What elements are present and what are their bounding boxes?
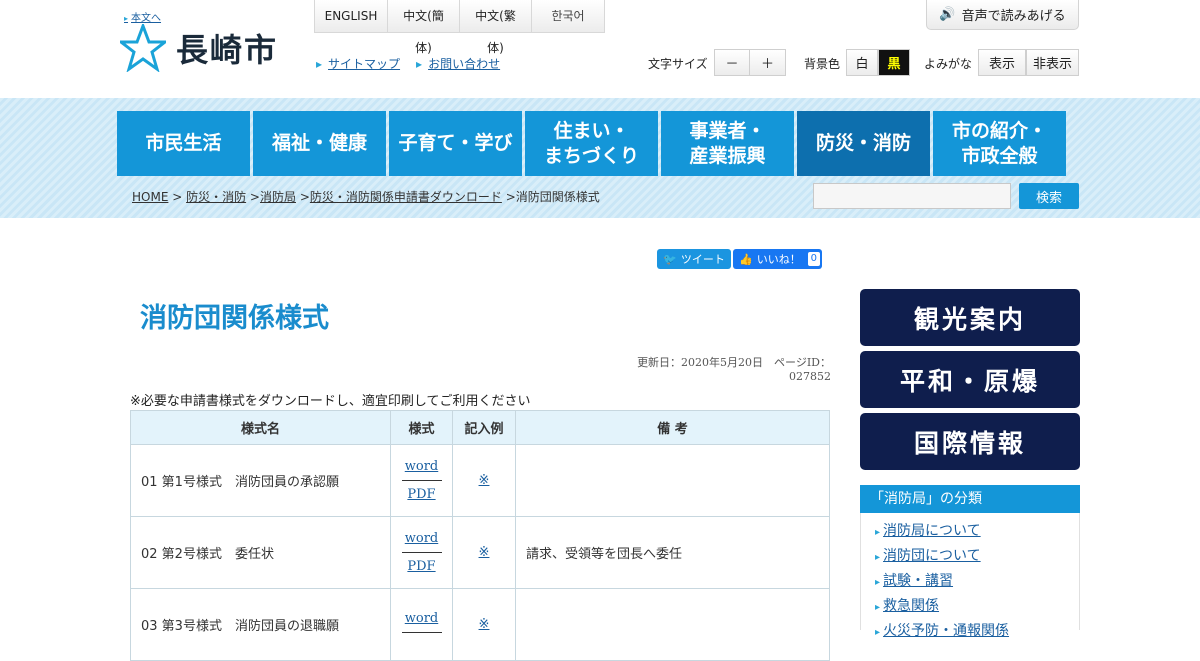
logo-text: 長崎市 — [176, 31, 279, 69]
form-links: word — [390, 588, 453, 661]
category-heading: 「消防局」の分類 — [860, 485, 1080, 513]
category-link[interactable]: 消防局について — [883, 523, 981, 539]
category-item[interactable]: 火災予防・通報関係 — [875, 620, 1009, 640]
category-item[interactable]: 消防団について — [875, 545, 1009, 565]
skip-to-content-link[interactable]: 本文へ — [124, 9, 161, 24]
form-links: word PDF — [390, 444, 453, 517]
category-item[interactable]: 試験・講習 — [875, 570, 1009, 590]
like-label: いいね！ — [756, 253, 801, 266]
category-link[interactable]: 試験・講習 — [883, 573, 953, 589]
bg-white-button[interactable]: 白 — [846, 49, 878, 76]
tweet-label: ツイート — [680, 253, 725, 266]
nav-welfare-health[interactable]: 福祉・健康 — [253, 111, 386, 176]
example-cell: ※ — [452, 588, 516, 661]
tweet-button[interactable]: 🐦 ツイート — [657, 249, 731, 269]
lang-chinese-traditional[interactable]: 中文(繁体) — [460, 0, 532, 55]
nav-childcare-learning[interactable]: 子育て・学び — [389, 111, 522, 176]
twitter-bird-icon: 🐦 — [663, 252, 677, 266]
search-input[interactable] — [813, 183, 1011, 209]
example-link[interactable]: ※ — [479, 473, 490, 488]
col-form-name: 様式名 — [130, 410, 391, 445]
global-nav: 市民生活 福祉・健康 子育て・学び 住まい・ まちづくり 事業者・ 産業振興 防… — [117, 111, 1069, 176]
nav-housing-town[interactable]: 住まい・ まちづくり — [525, 111, 658, 176]
form-name: 01 第1号様式 消防団員の承認願 — [130, 444, 391, 517]
language-switcher: ENGLISH 中文(簡体) 中文(繁体) 한국어 — [314, 0, 605, 55]
bg-black-button[interactable]: 黒 — [878, 49, 910, 76]
category-item[interactable]: 消防局について — [875, 520, 1009, 540]
remarks-cell — [515, 444, 830, 517]
font-increase-button[interactable]: ＋ — [749, 49, 786, 76]
category-list: 消防局について 消防団について 試験・講習 救急関係 火災予防・通報関係 — [875, 520, 1009, 645]
example-cell: ※ — [452, 444, 516, 517]
table-header-row: 様式名 様式 記入例 備 考 — [130, 410, 830, 445]
col-remarks: 備 考 — [515, 410, 830, 445]
like-count: 0 — [807, 252, 820, 266]
word-link[interactable]: word — [391, 459, 452, 474]
remarks-cell — [515, 588, 830, 661]
nav-city-info[interactable]: 市の紹介・ 市政全般 — [933, 111, 1066, 176]
font-decrease-button[interactable]: － — [714, 49, 750, 76]
forms-table: 様式名 様式 記入例 備 考 01 第1号様式 消防団員の承認願 word PD… — [130, 410, 830, 661]
sidebar-tourism-button[interactable]: 観光案内 — [860, 289, 1080, 346]
nav-citizen-life[interactable]: 市民生活 — [117, 111, 250, 176]
facebook-like-button[interactable]: 👍 いいね！ 0 — [733, 249, 822, 269]
category-link[interactable]: 消防団について — [883, 548, 981, 564]
download-note: ※必要な申請書様式をダウンロードし、適宜印刷してご利用ください — [130, 394, 531, 409]
voice-readout-button[interactable]: 🔊 音声で読みあげる — [926, 0, 1079, 30]
breadcrumb: HOME > 防災・消防 >消防局 >防災・消防関係申請書ダウンロード >消防団… — [132, 190, 600, 204]
nav-disaster-fire[interactable]: 防災・消防 — [797, 111, 930, 176]
category-link[interactable]: 火災予防・通報関係 — [883, 623, 1009, 639]
breadcrumb-home[interactable]: HOME — [132, 190, 168, 204]
lang-chinese-simplified[interactable]: 中文(簡体) — [388, 0, 460, 55]
divider — [401, 631, 442, 633]
voice-readout-label: 音声で読みあげる — [961, 9, 1066, 24]
word-link[interactable]: word — [391, 611, 452, 626]
pdf-link[interactable]: PDF — [391, 559, 452, 574]
yomigana-show-button[interactable]: 表示 — [978, 49, 1026, 76]
speaker-icon: 🔊 — [939, 7, 956, 22]
contact-link[interactable]: お問い合わせ — [416, 55, 500, 72]
bg-color-label: 背景色 — [804, 57, 841, 71]
lang-english[interactable]: ENGLISH — [315, 0, 388, 32]
table-row: 03 第3号様式 消防団員の退職願 word ※ — [130, 588, 830, 661]
update-info: 更新日：2020年5月20日 ページID：027852 — [637, 356, 831, 383]
breadcrumb-fire-dept[interactable]: 消防局 — [260, 190, 296, 204]
breadcrumb-disaster-fire[interactable]: 防災・消防 — [186, 190, 246, 204]
example-link[interactable]: ※ — [479, 545, 490, 560]
page-title: 消防団関係様式 — [140, 303, 329, 334]
header-links: サイトマップ お問い合わせ — [316, 55, 500, 72]
divider — [401, 480, 442, 481]
example-cell: ※ — [452, 516, 516, 589]
yomigana-label: よみがな — [924, 57, 973, 71]
col-format: 様式 — [390, 410, 453, 445]
nav-business[interactable]: 事業者・ 産業振興 — [661, 111, 794, 176]
word-link[interactable]: word — [391, 531, 452, 546]
table-row: 02 第2号様式 委任状 word PDF ※ 請求、受領等を団長へ委任 — [130, 516, 830, 589]
header: 本文へ 長崎市 ENGLISH 中文(簡体) 中文(繁体) 한국어 サイトマップ… — [0, 0, 1200, 98]
font-size-label: 文字サイズ — [648, 57, 708, 71]
form-name: 03 第3号様式 消防団員の退職願 — [130, 588, 391, 661]
lang-korean[interactable]: 한국어 — [532, 0, 604, 32]
yomigana-hide-button[interactable]: 非表示 — [1026, 49, 1079, 76]
category-item[interactable]: 救急関係 — [875, 595, 1009, 615]
category-link[interactable]: 救急関係 — [883, 598, 939, 614]
col-example: 記入例 — [452, 410, 516, 445]
sidebar-international-button[interactable]: 国際情報 — [860, 413, 1080, 470]
table-row: 01 第1号様式 消防団員の承認願 word PDF ※ — [130, 444, 830, 517]
remarks-cell: 請求、受領等を団長へ委任 — [515, 516, 830, 589]
search-button[interactable]: 検索 — [1019, 183, 1079, 209]
star-logo-icon — [120, 24, 166, 72]
form-name: 02 第2号様式 委任状 — [130, 516, 391, 589]
sidebar-peace-button[interactable]: 平和・原爆 — [860, 351, 1080, 408]
breadcrumb-current: 消防団関係様式 — [515, 190, 600, 204]
site-logo[interactable]: 長崎市 — [120, 24, 278, 72]
divider — [401, 552, 442, 553]
breadcrumb-downloads[interactable]: 防災・消防関係申請書ダウンロード — [310, 190, 502, 204]
sitemap-link[interactable]: サイトマップ — [316, 55, 400, 72]
pdf-link[interactable]: PDF — [391, 487, 452, 502]
form-links: word PDF — [390, 516, 453, 589]
thumbs-up-icon: 👍 — [739, 252, 753, 266]
